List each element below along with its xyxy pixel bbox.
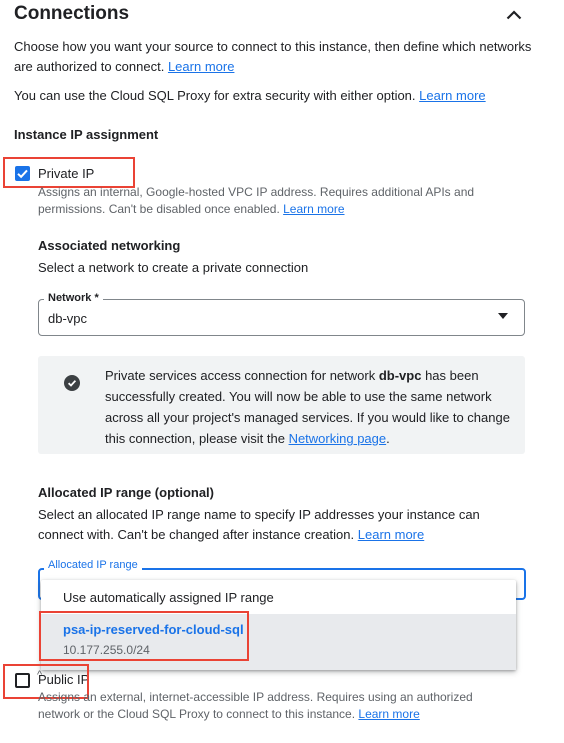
collapse-button[interactable] (503, 4, 525, 26)
intro-learn-more-link[interactable]: Learn more (168, 59, 234, 74)
networking-heading: Associated networking (38, 238, 181, 253)
info-text: Private services access connection for n… (105, 365, 515, 449)
private-ip-checkbox[interactable] (15, 166, 30, 181)
network-select-value[interactable]: db-vpc (48, 311, 87, 326)
option-psa-range-cidr: 10.177.255.0/24 (63, 643, 150, 657)
ip-range-dropdown-menu: Use automatically assigned IP range psa-… (41, 580, 516, 670)
networking-page-link[interactable]: Networking page (289, 431, 387, 446)
option-auto-range[interactable]: Use automatically assigned IP range (41, 580, 516, 614)
intro-text: Choose how you want your source to conne… (14, 37, 534, 77)
section-title: Connections (14, 3, 130, 24)
chevron-up-icon (506, 10, 522, 20)
option-auto-range-label: Use automatically assigned IP range (63, 590, 274, 605)
public-ip-help: Assigns an external, internet-accessible… (38, 689, 518, 723)
networking-description: Select a network to create a private con… (38, 260, 309, 275)
checkmark-icon (17, 169, 28, 179)
dropdown-arrow-icon[interactable] (498, 313, 508, 319)
proxy-body: You can use the Cloud SQL Proxy for extr… (14, 88, 416, 103)
info-text-1: Private services access connection for n… (105, 368, 379, 383)
info-text-3: . (386, 431, 390, 446)
ip-assignment-heading: Instance IP assignment (14, 127, 159, 142)
network-select-label: Network * (44, 292, 103, 304)
public-ip-learn-more-link[interactable]: Learn more (358, 707, 419, 721)
proxy-text: You can use the Cloud SQL Proxy for extr… (14, 86, 534, 106)
ip-range-learn-more-link[interactable]: Learn more (358, 527, 424, 542)
info-network-name: db-vpc (378, 368, 422, 383)
allocated-ip-range-label: Allocated IP range (44, 559, 142, 571)
private-ip-help: Assigns an internal, Google-hosted VPC I… (38, 184, 508, 218)
network-select[interactable] (38, 299, 525, 336)
ip-range-description: Select an allocated IP range name to spe… (38, 505, 498, 545)
option-psa-range[interactable]: psa-ip-reserved-for-cloud-sql 10.177.255… (41, 614, 516, 670)
check-circle-tick (67, 380, 77, 387)
public-ip-checkbox[interactable] (15, 673, 30, 688)
check-circle-icon (64, 375, 80, 391)
public-ip-label[interactable]: Public IP (38, 672, 89, 687)
intro-body: Choose how you want your source to conne… (14, 39, 532, 74)
ip-range-heading: Allocated IP range (optional) (38, 485, 215, 500)
proxy-learn-more-link[interactable]: Learn more (419, 88, 485, 103)
private-ip-learn-more-link[interactable]: Learn more (283, 202, 344, 216)
private-ip-label[interactable]: Private IP (38, 166, 94, 181)
option-psa-range-label: psa-ip-reserved-for-cloud-sql (63, 622, 244, 637)
private-ip-help-text: Assigns an internal, Google-hosted VPC I… (38, 185, 475, 216)
